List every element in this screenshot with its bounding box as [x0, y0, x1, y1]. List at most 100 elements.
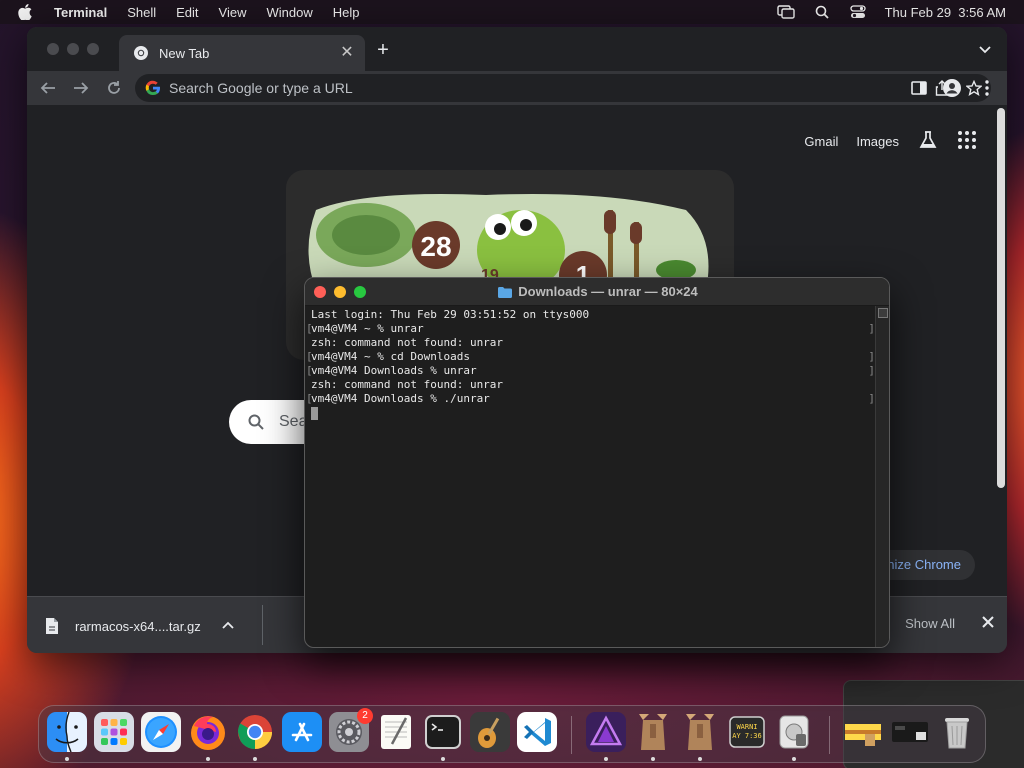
tab-close-icon[interactable]: ✕	[339, 45, 355, 61]
dock-console[interactable]: WARNI AY 7:36	[727, 712, 767, 752]
show-all-button[interactable]: Show All	[905, 616, 955, 631]
gmail-link[interactable]: Gmail	[804, 134, 838, 149]
terminal-window-controls	[314, 286, 366, 298]
dock-archive-utility-2[interactable]	[680, 712, 720, 761]
side-panel-icon[interactable]	[909, 78, 931, 100]
terminal-line: zsh: command not found: unrar	[311, 378, 504, 391]
profile-avatar-icon[interactable]	[942, 78, 964, 100]
apple-menu-icon[interactable]	[18, 4, 38, 20]
running-indicator	[253, 757, 257, 761]
spotlight-search-icon[interactable]	[813, 5, 831, 19]
address-bar[interactable]: Search Google or type a URL	[135, 74, 991, 102]
dock-terminal[interactable]	[423, 712, 463, 761]
download-file-name: rarmacos-x64....tar.gz	[75, 618, 201, 634]
menu-shell[interactable]: Shell	[127, 5, 156, 20]
running-indicator	[792, 757, 796, 761]
menu-app-name[interactable]: Terminal	[54, 5, 107, 20]
dock-chrome[interactable]	[235, 712, 275, 761]
safari-icon	[141, 712, 181, 752]
doodle-number-28: 28	[420, 231, 451, 262]
window-controls	[47, 43, 99, 55]
running-indicator	[604, 757, 608, 761]
dock-finder[interactable]	[47, 712, 87, 761]
notification-badge: 2	[357, 708, 373, 724]
close-download-shelf-icon[interactable]	[981, 615, 995, 629]
dock-safari[interactable]	[141, 712, 181, 752]
reload-icon[interactable]	[103, 77, 125, 99]
zoom-window-button[interactable]	[87, 43, 99, 55]
svg-text:AY 7:36: AY 7:36	[732, 732, 762, 740]
menu-window[interactable]: Window	[267, 5, 313, 20]
terminal-minimize-button[interactable]	[334, 286, 346, 298]
garageband-icon	[470, 712, 510, 752]
download-item[interactable]: rarmacos-x64....tar.gz	[45, 611, 235, 641]
tab-search-chevron-icon[interactable]	[977, 41, 993, 57]
menu-bar: Terminal Shell Edit View Window Help Thu…	[0, 0, 1024, 24]
dock-firefox[interactable]	[188, 712, 228, 761]
terminal-cursor-line	[311, 406, 885, 420]
dock-affinity-photo[interactable]	[586, 712, 626, 761]
tab-title: New Tab	[159, 45, 210, 61]
terminal-line: [vm4@VM4 Downloads % unrar]	[306, 364, 875, 377]
archive-icon	[680, 712, 720, 752]
back-arrow-icon[interactable]	[37, 77, 59, 99]
dock-textedit[interactable]	[376, 712, 416, 752]
page-scrollbar[interactable]	[997, 108, 1005, 488]
dock-downloads-stack[interactable]	[843, 712, 883, 752]
terminal-output[interactable]: Last login: Thu Feb 29 03:51:52 on ttys0…	[305, 306, 889, 647]
dock-app-store[interactable]	[282, 712, 322, 752]
terminal-close-button[interactable]	[314, 286, 326, 298]
labs-flask-icon[interactable]	[917, 129, 939, 154]
dock-garageband[interactable]	[470, 712, 510, 752]
affinity-icon	[586, 712, 626, 752]
tab-new-tab[interactable]: New Tab ✕	[119, 35, 365, 71]
menu-clock[interactable]: Thu Feb 29 3:56 AM	[885, 5, 1006, 20]
terminal-line: Last login: Thu Feb 29 03:51:52 on ttys0…	[311, 308, 590, 321]
terminal-title-bar[interactable]: Downloads — unrar — 80×24	[305, 278, 889, 306]
images-link[interactable]: Images	[856, 134, 899, 149]
folder-icon	[498, 286, 513, 298]
running-indicator	[698, 757, 702, 761]
google-g-icon	[145, 80, 161, 96]
finder-icon	[47, 712, 87, 752]
running-indicator	[65, 757, 69, 761]
control-center-icon[interactable]	[849, 5, 867, 19]
menu-view[interactable]: View	[219, 5, 247, 20]
screen-mirroring-icon[interactable]	[776, 5, 795, 19]
terminal-icon	[423, 712, 463, 752]
vscode-icon	[517, 712, 557, 752]
dock-separator	[571, 716, 572, 754]
dock-vscode[interactable]	[517, 712, 557, 752]
terminal-title: Downloads — unrar — 80×24	[518, 284, 698, 299]
minimize-window-button[interactable]	[67, 43, 79, 55]
firefox-icon	[188, 712, 228, 752]
new-tab-button[interactable]: +	[371, 39, 395, 63]
terminal-scrollbar[interactable]	[875, 306, 889, 647]
terminal-line: [vm4@VM4 Downloads % ./unrar]	[306, 392, 875, 405]
dock-disk-utility[interactable]	[774, 712, 814, 761]
chevron-up-icon[interactable]	[221, 619, 235, 633]
running-indicator	[651, 757, 655, 761]
running-indicator	[206, 757, 210, 761]
terminal-window[interactable]: Downloads — unrar — 80×24 Last login: Th…	[304, 277, 890, 648]
forward-arrow-icon[interactable]	[70, 77, 92, 99]
dock-trash[interactable]	[937, 712, 977, 752]
dock-screenshot[interactable]	[890, 712, 930, 752]
launchpad-icon	[94, 712, 134, 752]
folder-stack-icon	[843, 712, 883, 752]
tab-strip: New Tab ✕ +	[27, 27, 1007, 71]
dock-system-settings[interactable]: 2	[329, 708, 373, 752]
dock-archive-utility[interactable]	[633, 712, 673, 761]
close-window-button[interactable]	[47, 43, 59, 55]
console-icon: WARNI AY 7:36	[727, 712, 767, 752]
terminal-zoom-button[interactable]	[354, 286, 366, 298]
terminal-scroll-handle[interactable]	[878, 308, 888, 318]
dock-launchpad[interactable]	[94, 712, 134, 752]
chrome-menu-icon[interactable]	[977, 78, 999, 100]
google-apps-icon[interactable]	[957, 130, 977, 153]
trash-icon	[937, 712, 977, 752]
menu-help[interactable]: Help	[333, 5, 360, 20]
chrome-icon	[235, 712, 275, 752]
menu-edit[interactable]: Edit	[176, 5, 198, 20]
dock: 2 WARNI AY 7:36	[38, 705, 986, 763]
